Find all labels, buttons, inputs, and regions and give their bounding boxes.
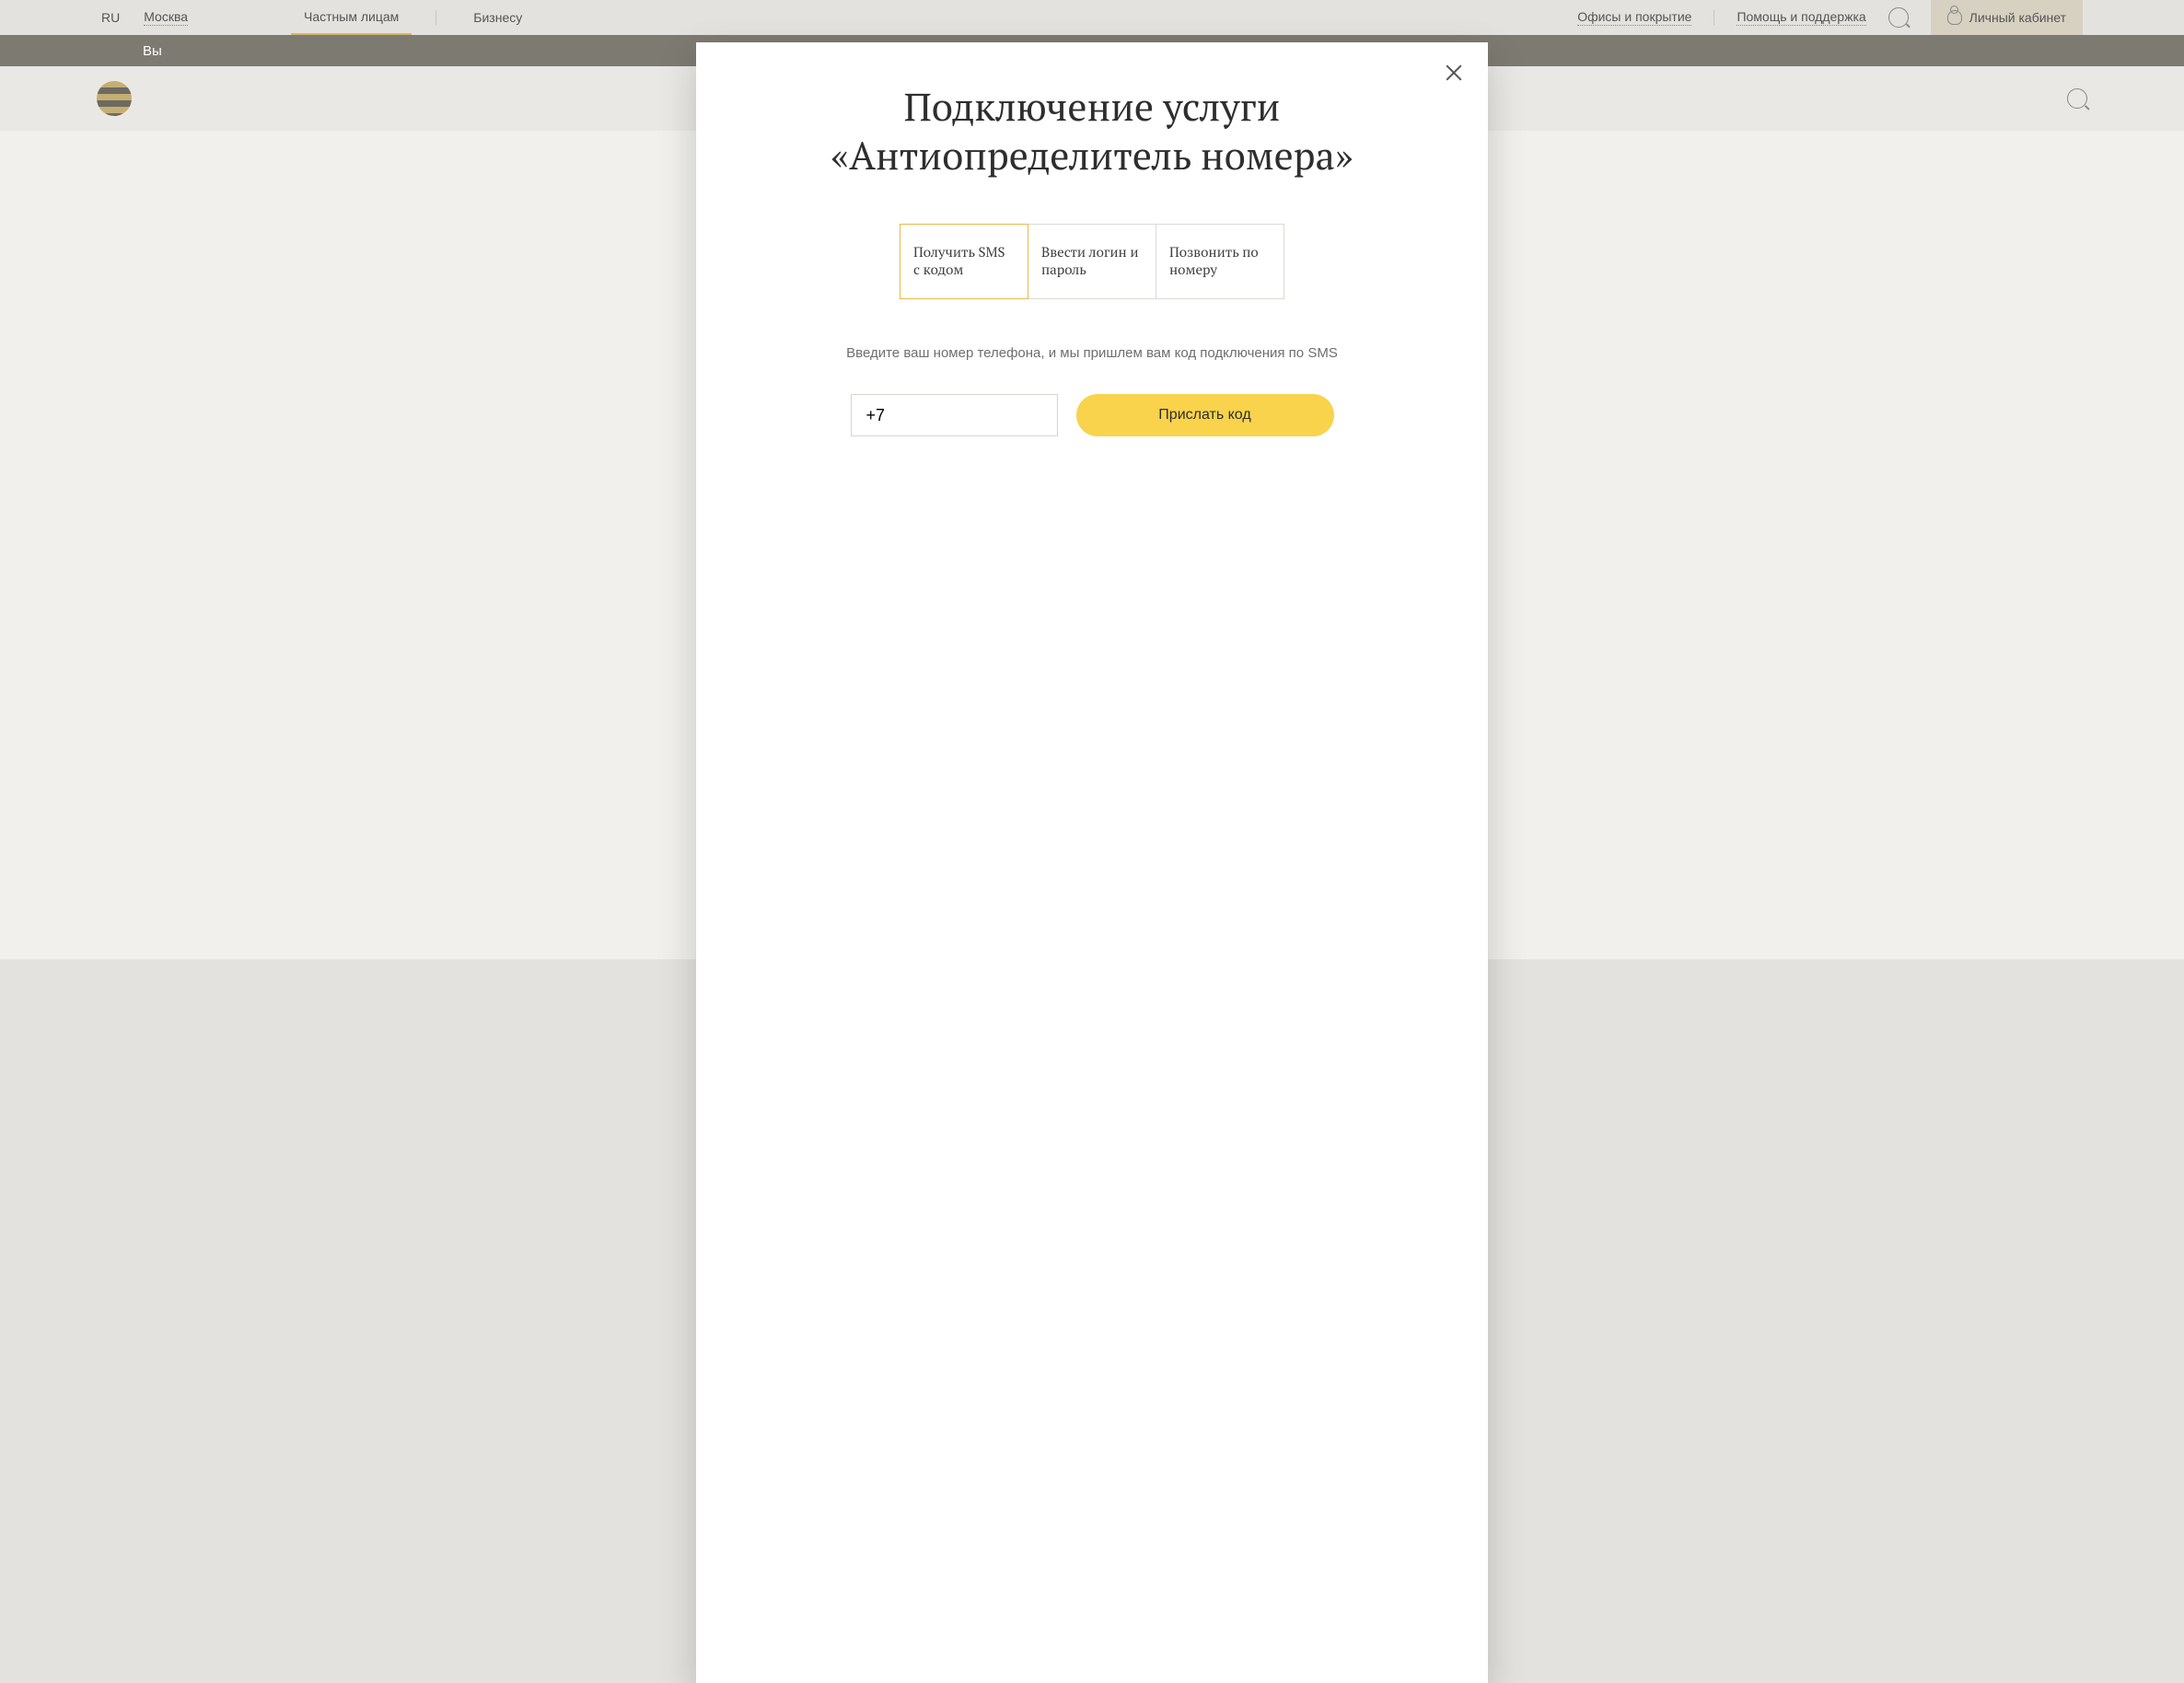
tab-sms[interactable]: Получить SMS с кодом: [900, 224, 1028, 299]
phone-form: Прислать код: [751, 394, 1433, 436]
close-icon[interactable]: [1444, 63, 1464, 83]
modal: Подключение услуги «Антиопределитель ном…: [696, 42, 1488, 1683]
modal-overlay: Подключение услуги «Антиопределитель ном…: [0, 0, 2184, 1683]
tab-login[interactable]: Ввести логин и пароль: [1028, 224, 1156, 299]
send-code-button[interactable]: Прислать код: [1076, 394, 1334, 436]
phone-input[interactable]: [851, 394, 1058, 436]
tab-call[interactable]: Позвонить по номеру: [1156, 224, 1284, 299]
auth-method-tabs: Получить SMS с кодом Ввести логин и паро…: [751, 224, 1433, 299]
modal-title: Подключение услуги «Антиопределитель ном…: [751, 83, 1433, 180]
instruction-text: Введите ваш номер телефона, и мы пришлем…: [751, 345, 1433, 361]
